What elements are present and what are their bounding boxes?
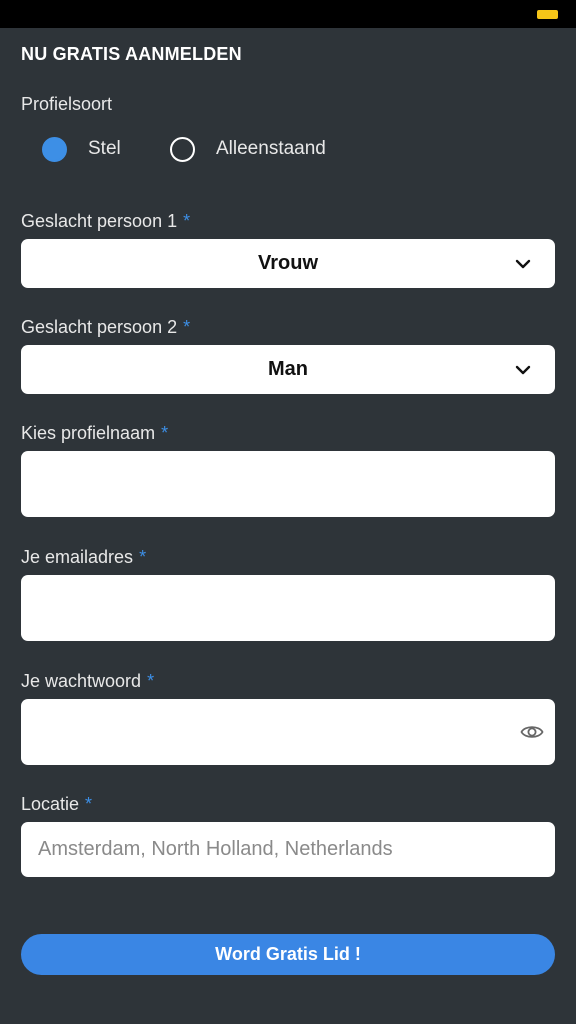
status-bar xyxy=(0,0,576,28)
signup-form: NU GRATIS AANMELDEN Profielsoort Stel Al… xyxy=(0,28,576,1024)
gender2-select-value: Man xyxy=(268,358,308,380)
password-label-text: Je wachtwoord xyxy=(21,671,142,691)
chevron-down-icon xyxy=(515,259,531,269)
profile-name-label: Kies profielnaam * xyxy=(21,423,168,444)
password-label: Je wachtwoord * xyxy=(21,671,154,692)
location-label: Locatie * xyxy=(21,794,92,815)
required-mark: * xyxy=(147,671,155,691)
radio-label-alleenstaand: Alleenstaand xyxy=(216,138,326,159)
required-mark: * xyxy=(161,423,169,443)
radio-option-alleenstaand[interactable]: Alleenstaand xyxy=(170,136,326,162)
radio-label-stel: Stel xyxy=(88,138,121,159)
battery-icon xyxy=(537,10,558,19)
submit-button[interactable]: Word Gratis Lid ! xyxy=(21,934,555,975)
profile-name-label-text: Kies profielnaam xyxy=(21,423,156,443)
gender2-select[interactable]: Man xyxy=(21,345,555,394)
password-input[interactable] xyxy=(21,699,555,765)
gender1-label: Geslacht persoon 1 * xyxy=(21,211,190,232)
required-mark: * xyxy=(85,794,93,814)
gender1-select-value: Vrouw xyxy=(257,252,318,274)
profile-type-radio-group: Stel Alleenstaand xyxy=(42,136,442,162)
required-mark: * xyxy=(139,547,147,567)
gender1-select[interactable]: Vrouw xyxy=(21,239,555,288)
email-input[interactable] xyxy=(21,575,555,641)
required-mark: * xyxy=(183,211,191,231)
eye-icon[interactable] xyxy=(520,723,544,741)
email-label: Je emailadres * xyxy=(21,547,146,568)
profile-type-label: Profielsoort xyxy=(21,94,113,114)
location-label-text: Locatie xyxy=(21,794,80,814)
radio-option-stel[interactable]: Stel xyxy=(42,136,121,162)
required-mark: * xyxy=(183,317,191,337)
email-label-text: Je emailadres xyxy=(21,547,134,567)
gender1-label-text: Geslacht persoon 1 xyxy=(21,211,178,231)
location-input[interactable] xyxy=(21,822,555,877)
form-title: NU GRATIS AANMELDEN xyxy=(21,44,242,64)
gender2-label-text: Geslacht persoon 2 xyxy=(21,317,178,337)
profile-name-input[interactable] xyxy=(21,451,555,517)
radio-button-stel[interactable] xyxy=(42,136,67,162)
gender2-label: Geslacht persoon 2 * xyxy=(21,317,190,338)
radio-button-alleenstaand[interactable] xyxy=(170,136,195,162)
chevron-down-icon xyxy=(515,365,531,375)
